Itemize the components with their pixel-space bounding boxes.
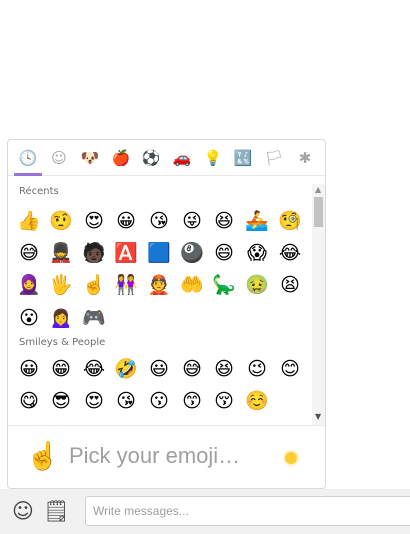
emoji-item[interactable]: 🧑🏿 — [81, 240, 107, 266]
emoji-item[interactable]: 😍 — [81, 208, 107, 234]
tab-symbols-symbols-icon[interactable]: 🔣 — [233, 148, 253, 168]
emoji-item[interactable]: 😘 — [146, 208, 172, 234]
emoji-item[interactable]: 😋 — [16, 388, 42, 414]
emoji-item[interactable]: 🟦 — [146, 240, 172, 266]
emoji-item[interactable]: 🤣 — [113, 356, 139, 382]
tab-travel-car-icon[interactable]: 🚗 — [172, 148, 192, 168]
category-tabs: 🕓 ☺ 🐶 🍎 ⚽ 🚗 💡 🔣 🏳 ✱ — [8, 140, 325, 176]
emoji-item[interactable]: 😅 — [16, 240, 42, 266]
emoji-item[interactable]: 🎮 — [81, 305, 107, 331]
skin-tone-selector[interactable] — [285, 452, 297, 464]
emoji-item[interactable]: ☺️ — [244, 388, 270, 414]
sticker-button-icon[interactable]: 🗒 — [43, 498, 70, 524]
emoji-item[interactable]: 👍 — [16, 208, 42, 234]
emoji-item[interactable]: 😀 — [113, 208, 139, 234]
scroll-thumb[interactable] — [314, 197, 323, 227]
emoji-item[interactable]: 😙 — [179, 388, 205, 414]
emoji-item[interactable]: 🦕 — [211, 272, 237, 298]
emoji-item[interactable]: 😆 — [211, 208, 237, 234]
active-tab-indicator — [14, 173, 42, 176]
tab-recent-clock-icon[interactable]: 🕓 — [18, 148, 38, 168]
scrollbar[interactable]: ▲ ▼ — [312, 184, 325, 425]
emoji-item[interactable]: 😎 — [48, 388, 74, 414]
category-label-recent: Récents — [19, 186, 59, 197]
emoji-button-smiley-icon[interactable]: ☺ — [10, 498, 36, 524]
emoji-item[interactable]: 😀 — [16, 356, 42, 382]
tab-custom-asterisk-icon[interactable]: ✱ — [295, 148, 315, 168]
emoji-item[interactable]: 😉 — [244, 356, 270, 382]
scroll-up-arrow-icon[interactable]: ▲ — [315, 185, 321, 194]
emoji-item[interactable]: 🅰️ — [113, 240, 139, 266]
emoji-item[interactable]: ☝️ — [81, 272, 107, 298]
emoji-item[interactable]: 😃 — [146, 356, 172, 382]
emoji-item[interactable]: 🤲 — [179, 272, 205, 298]
category-label-smileys: Smileys & People — [19, 337, 106, 348]
emoji-item[interactable]: 💂 — [48, 240, 74, 266]
emoji-item[interactable]: 😗 — [146, 388, 172, 414]
emoji-item[interactable]: 😅 — [179, 356, 205, 382]
tab-flags-flag-icon[interactable]: 🏳 — [264, 148, 284, 168]
emoji-item[interactable]: 😍 — [81, 388, 107, 414]
emoji-item[interactable]: 😱 — [244, 240, 270, 266]
emoji-item[interactable]: 🙍‍♀️ — [48, 305, 74, 331]
emoji-item[interactable]: 🧕 — [16, 272, 42, 298]
emoji-item[interactable]: 😄 — [211, 240, 237, 266]
emoji-item[interactable]: 😂 — [81, 356, 107, 382]
emoji-item[interactable]: 😫 — [277, 272, 303, 298]
emoji-item[interactable]: 🎱 — [179, 240, 205, 266]
emoji-item[interactable]: 🚣 — [244, 208, 270, 234]
emoji-item[interactable]: 😂 — [277, 240, 303, 266]
emoji-item[interactable]: 🤨 — [48, 208, 74, 234]
emoji-item[interactable]: 😁 — [48, 356, 74, 382]
emoji-preview: ☝️ Pick your emoji… — [8, 425, 325, 488]
emoji-scroll-area[interactable]: Récents 👍 🤨 😍 😀 😘 😜 😆 🚣 🧐 😅 💂 🧑🏿 🅰️ 🟦 🎱 😄 😱 😂 🧕 🖐 ☝️ 👭 👲 🤲 🦕 🤢 😫 😮 🙍… — [8, 177, 312, 425]
scroll-down-arrow-icon[interactable]: ▼ — [315, 412, 321, 421]
emoji-item[interactable]: 👭 — [113, 272, 139, 298]
tab-objects-lightbulb-icon[interactable]: 💡 — [203, 148, 223, 168]
emoji-item[interactable]: 🖐 — [48, 272, 74, 298]
emoji-item[interactable]: 😜 — [179, 208, 205, 234]
preview-text: Pick your emoji… — [69, 443, 241, 468]
emoji-item[interactable]: 👲 — [146, 272, 172, 298]
emoji-item[interactable]: 😮 — [16, 305, 42, 331]
emoji-picker: 🕓 ☺ 🐶 🍎 ⚽ 🚗 💡 🔣 🏳 ✱ Récents 👍 🤨 😍 😀 😘 😜 😆 🚣 🧐 😅 💂 🧑… — [7, 139, 326, 489]
tab-activity-activity-icon[interactable]: ⚽ — [141, 148, 161, 168]
message-input[interactable] — [85, 496, 410, 526]
emoji-item[interactable]: 😚 — [211, 388, 237, 414]
emoji-item[interactable]: 😘 — [113, 388, 139, 414]
preview-emoji: ☝️ — [26, 441, 60, 472]
emoji-item[interactable]: 😆 — [211, 356, 237, 382]
tab-animals-animal-icon[interactable]: 🐶 — [80, 148, 100, 168]
emoji-item[interactable]: 😊 — [277, 356, 303, 382]
emoji-item[interactable]: 🤢 — [244, 272, 270, 298]
tab-smileys-smiley-icon[interactable]: ☺ — [49, 148, 69, 168]
emoji-item[interactable]: 🧐 — [277, 208, 303, 234]
tab-food-food-icon[interactable]: 🍎 — [111, 148, 131, 168]
message-composer: ☺ 🗒 — [0, 489, 410, 534]
